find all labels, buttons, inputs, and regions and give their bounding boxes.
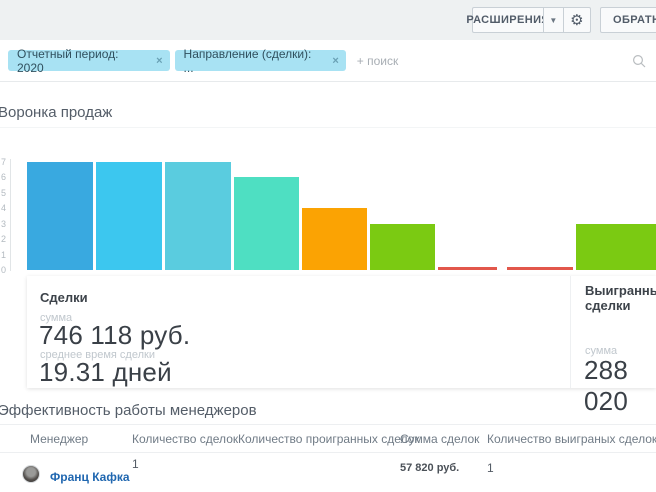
feedback-button[interactable]: ОБРАТНАЯ С [600,7,656,33]
y-axis-tick: 4 [0,203,6,213]
funnel-stats-panel: Сделки сумма 746 118 руб. среднее время … [27,276,656,388]
managers-section-title: Эффективность работы менеджеров [0,402,257,419]
col-header-deals-count[interactable]: Количество сделок [132,432,238,446]
y-axis-tick: 5 [0,188,6,198]
y-axis-tick: 3 [0,219,6,229]
funnel-section-title: Воронка продаж [0,104,112,121]
close-icon[interactable]: × [156,55,162,67]
col-header-won-count[interactable]: Количество выиграных сделок [487,432,656,446]
filter-chip-period[interactable]: Отчетный период: 2020 × [8,50,170,71]
divider [0,424,656,425]
avatar[interactable] [22,465,40,483]
col-header-manager[interactable]: Менеджер [30,432,88,446]
y-axis-tick: 1 [0,250,6,260]
funnel-bar[interactable] [96,162,162,270]
won-deals-card-title: Выигранные сделки [585,283,656,313]
funnel-bar[interactable] [27,162,93,270]
funnel-bar[interactable] [507,267,573,270]
deals-card-title: Сделки [40,290,88,305]
filter-chip-direction-label: Направление (сделки): ... [184,47,325,75]
funnel-bar[interactable] [234,177,299,270]
search-input[interactable] [357,54,656,68]
extensions-button[interactable]: РАСШИРЕНИЯ [472,7,543,33]
crm-dashboard: РАСШИРЕНИЯ ▼ ⚙ ОБРАТНАЯ С Отчетный перио… [0,0,656,492]
funnel-bar[interactable] [576,224,656,270]
search-icon[interactable] [632,54,646,68]
filter-chip-direction[interactable]: Направление (сделки): ... × [175,50,346,71]
divider [0,127,656,128]
close-icon[interactable]: × [332,55,338,67]
won-count-cell: 1 [487,461,494,475]
funnel-bar[interactable] [165,162,231,270]
deals-avg-time-value: 19.31 дней [39,357,172,388]
y-axis-tick: 6 [0,172,6,182]
chevron-down-icon[interactable]: ▼ [543,7,563,33]
deals-sum-value: 746 118 руб. [39,320,190,351]
divider [0,452,656,453]
filter-chip-period-label: Отчетный период: 2020 [17,47,148,75]
filter-search-bar[interactable]: Отчетный период: 2020 × Направление (сде… [0,40,656,82]
col-header-deals-sum[interactable]: Сумма сделок [400,432,479,446]
col-header-lost-count[interactable]: Количество проигранных сделок [238,432,420,446]
divider [570,276,571,388]
funnel-bar[interactable] [370,224,435,270]
top-toolbar: РАСШИРЕНИЯ ▼ ⚙ ОБРАТНАЯ С [0,0,656,40]
deals-count-cell: 1 [132,457,139,471]
deals-sum-cell: 57 820 руб. [400,462,459,474]
y-axis-tick: 7 [0,157,6,167]
y-axis-tick: 2 [0,234,6,244]
y-axis-tick: 0 [0,265,6,275]
y-axis-line [10,159,11,271]
funnel-bar[interactable] [438,267,497,270]
won-deals-sum-value: 288 020 [584,355,656,417]
extensions-button-group: РАСШИРЕНИЯ ▼ ⚙ [472,7,591,33]
funnel-bar[interactable] [302,208,367,270]
gear-icon[interactable]: ⚙ [563,7,591,33]
manager-name-link[interactable]: Франц Кафка [50,470,130,484]
